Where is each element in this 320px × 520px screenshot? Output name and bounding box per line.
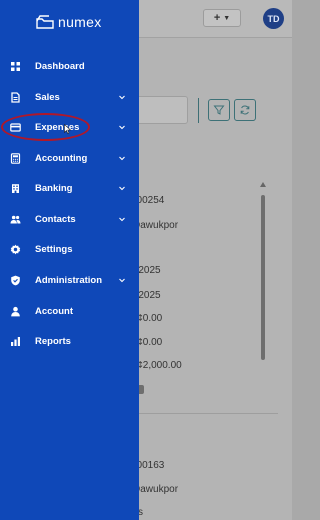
chevron-down-icon (118, 184, 126, 192)
logo-icon (36, 15, 54, 29)
sidebar-item-label: Settings (35, 243, 73, 255)
chevron-down-icon: ▼ (223, 14, 231, 22)
sidebar-item-accounting[interactable]: Accounting (0, 145, 139, 171)
sidebar-item-label: Administration (35, 274, 103, 286)
list-item-contact: Dawukpor (133, 484, 179, 495)
people-icon (10, 214, 21, 225)
grid-icon (10, 61, 21, 72)
row-divider (128, 413, 278, 414)
sidebar-item-sales[interactable]: Sales (0, 84, 139, 110)
sidebar-item-label: Dashboard (35, 60, 85, 72)
sidebar-item-label: Banking (35, 182, 73, 194)
sidebar-item-label: Reports (35, 335, 71, 347)
sidebar-item-settings[interactable]: Settings (0, 236, 139, 262)
filter-icon (213, 105, 225, 115)
scroll-up-arrow[interactable] (260, 182, 266, 187)
document-icon (10, 91, 21, 103)
app-logo[interactable]: numex (36, 14, 102, 30)
refresh-icon (240, 105, 250, 115)
chevron-down-icon (118, 276, 126, 284)
chevron-down-icon (118, 93, 126, 101)
refresh-button[interactable] (234, 99, 256, 121)
user-icon (10, 306, 21, 317)
sidebar-item-label: Account (35, 305, 73, 317)
add-new-button[interactable]: + ▼ (203, 9, 241, 27)
sidebar-item-banking[interactable]: Banking (0, 175, 139, 201)
calculator-icon (10, 152, 21, 164)
highlight-annotation (1, 113, 90, 141)
sidebar-item-dashboard[interactable]: Dashboard (0, 53, 139, 79)
gear-icon (10, 244, 21, 255)
sidebar-item-label: Contacts (35, 213, 76, 225)
logo-text: numex (58, 14, 102, 30)
mouse-cursor-icon (64, 124, 72, 134)
shield-icon (10, 275, 21, 286)
list-item-contact: Dawukpor (133, 220, 179, 231)
add-label: + (213, 12, 221, 24)
chevron-down-icon (118, 154, 126, 162)
sidebar-item-label: Sales (35, 91, 60, 103)
sidebar-item-administration[interactable]: Administration (0, 267, 139, 293)
avatar[interactable]: TD (263, 8, 284, 29)
chevron-down-icon (118, 215, 126, 223)
sidebar-item-label: Accounting (35, 152, 88, 164)
sidebar-item-account[interactable]: Account (0, 298, 139, 324)
scrollbar-thumb[interactable] (261, 195, 265, 360)
bar-chart-icon (10, 336, 21, 347)
bank-icon (10, 183, 21, 194)
chevron-down-icon (118, 123, 126, 131)
sidebar-item-reports[interactable]: Reports (0, 328, 139, 354)
filter-button[interactable] (208, 99, 230, 121)
sidebar-item-contacts[interactable]: Contacts (0, 206, 139, 232)
toolbar-divider (198, 98, 199, 123)
sidebar: numex Dashboard Sales Expenses Accountin… (0, 0, 139, 520)
